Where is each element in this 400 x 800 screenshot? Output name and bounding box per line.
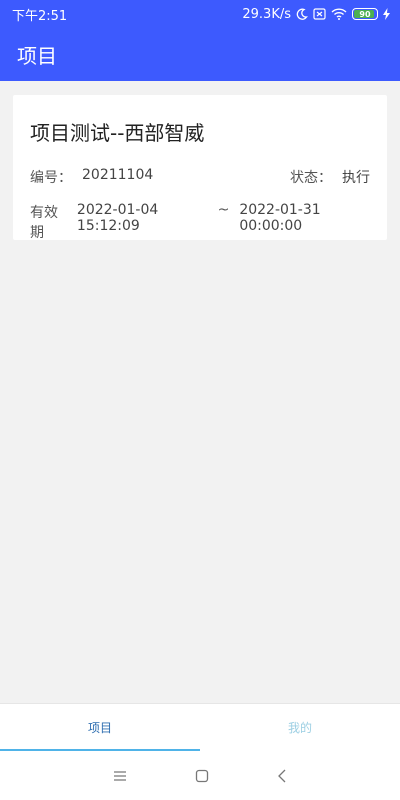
validity-separator: ~ [217, 202, 230, 218]
code-value: 20211104 [82, 167, 154, 183]
system-nav-bar [0, 751, 400, 800]
page-title: 项目 [17, 44, 57, 68]
tab-projects[interactable]: 项目 [0, 704, 200, 752]
wifi-icon [331, 8, 347, 20]
validity-start: 2022-01-04 15:12:09 [76, 202, 159, 234]
validity-end: 2022-01-31 00:00:00 [239, 202, 321, 234]
sim-off-icon [313, 8, 326, 20]
tab-mine[interactable]: 我的 [200, 704, 400, 751]
project-card[interactable]: 项目测试--西部智威 编号： 20211104 状态： 执行 有效期 2022-… [13, 95, 387, 242]
project-code: 编号： 20211104 [30, 167, 153, 187]
home-icon[interactable] [195, 769, 209, 783]
menu-icon[interactable] [113, 770, 127, 782]
status-bar: 下午2:51 29.3K/s 90 [0, 0, 400, 28]
battery-icon: 90 [352, 8, 378, 20]
back-icon[interactable] [277, 769, 287, 783]
project-status: 状态： 执行 [290, 167, 370, 187]
status-label: 状态： [290, 170, 332, 186]
network-speed: 29.3K/s [242, 6, 291, 22]
project-title: 项目测试--西部智威 [30, 121, 205, 145]
moon-icon [296, 8, 308, 20]
status-time: 下午2:51 [12, 8, 68, 24]
charging-icon [383, 8, 390, 20]
validity-label: 有效期 [30, 205, 58, 241]
battery-level: 90 [359, 9, 371, 19]
status-value: 执行 [342, 170, 370, 186]
project-info-row: 编号： 20211104 状态： 执行 [30, 167, 370, 187]
status-icons: 29.3K/s 90 [242, 7, 390, 22]
validity-row: 有效期 2022-01-04 15:12:09 ~ 2022-01-31 00:… [30, 202, 370, 242]
tab-label: 项目 [87, 721, 112, 735]
tab-label: 我的 [287, 721, 312, 735]
bottom-tab-bar: 项目 我的 [0, 703, 400, 752]
app-bar: 项目 [0, 28, 400, 81]
code-label: 编号： [30, 170, 72, 186]
